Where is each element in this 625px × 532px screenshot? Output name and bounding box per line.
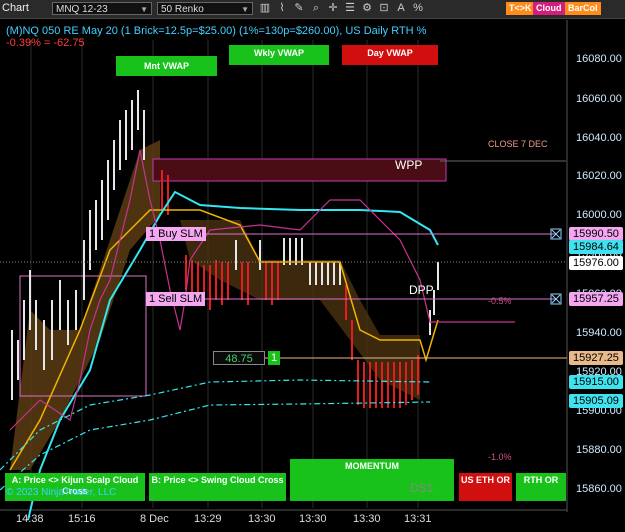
chart-toolbar: Chart MNQ 12-23 ▼ 50 Renko ▼ ▥ ⌇ ✎ ⌕ ✛ ☰…: [0, 0, 625, 19]
close-7dec-label: CLOSE 7 DEC: [488, 139, 548, 149]
bar-type-value: 50 Renko: [161, 4, 204, 15]
indicators-icon[interactable]: ⌇: [275, 2, 289, 15]
bar-type-selector[interactable]: 50 Renko ▼: [157, 2, 253, 15]
zoom-icon[interactable]: ⌕: [309, 2, 323, 15]
price-chart[interactable]: [0, 19, 625, 532]
bar-chart-icon[interactable]: ▥: [258, 2, 272, 15]
pct-neg05-label: -0.5%: [488, 296, 512, 306]
chart-title: Chart: [2, 2, 29, 14]
change-readout: -0.39% = -62.75: [6, 37, 85, 49]
properties-icon[interactable]: ☰: [343, 2, 357, 15]
measure-icon[interactable]: ⊡: [377, 2, 391, 15]
time-tick: 15:16: [68, 513, 96, 525]
chevron-down-icon: ▼: [241, 5, 249, 14]
price-tick: 15940.00: [576, 327, 622, 339]
pct-neg1-label: -1.0%: [488, 452, 512, 462]
price-tick: 16000.00: [576, 209, 622, 221]
rth-or-button[interactable]: RTH OR: [516, 473, 566, 501]
lower-band-price-label: 15905.09: [569, 394, 623, 408]
kijun-count-badge: 1: [268, 351, 281, 365]
buy-slm-label[interactable]: 1 Buy SLM: [146, 227, 206, 241]
sell-slm-label[interactable]: 1 Sell SLM: [146, 292, 206, 306]
text-icon[interactable]: A: [394, 2, 408, 15]
barcol-toggle-button[interactable]: BarCol: [565, 2, 601, 15]
copyright-text: © 2023 NinjaTrader, LLC: [6, 487, 117, 498]
time-tick: 13:30: [299, 513, 327, 525]
percent-icon[interactable]: %: [411, 2, 425, 15]
kijun-cloud: [180, 220, 420, 400]
price-tick: 15880.00: [576, 444, 622, 456]
time-tick: 13:30: [353, 513, 381, 525]
upper-band-price-label: 15915.00: [569, 375, 623, 389]
price-tick: 15860.00: [576, 483, 622, 495]
cloud-toggle-button[interactable]: Cloud: [533, 2, 565, 15]
price-tick: 16040.00: [576, 132, 622, 144]
price-tick: 16080.00: [576, 53, 622, 65]
vwap-price-label: 15984.64: [569, 240, 623, 254]
kijun-value-box: 48.75: [213, 351, 265, 365]
chart-header: (M)NQ 050 RE May 20 (1 Brick=12.5p=$25.0…: [6, 25, 427, 37]
wpp-label: WPP: [395, 158, 423, 172]
daily-vwap-button[interactable]: Day VWAP: [342, 45, 438, 65]
crosshair-icon[interactable]: ✛: [326, 2, 340, 15]
time-tick: 14:38: [16, 513, 44, 525]
time-tick: 13:29: [194, 513, 222, 525]
strategy-icon[interactable]: ⚙: [360, 2, 374, 15]
time-tick: 13:30: [248, 513, 276, 525]
kijun-price-label: 15927.25: [569, 351, 623, 365]
pencil-icon[interactable]: ✎: [292, 2, 306, 15]
us-eth-or-button[interactable]: US ETH OR: [459, 473, 512, 501]
ds1-label: DS1: [410, 481, 434, 495]
price-tick: 16060.00: [576, 93, 622, 105]
monthly-vwap-button[interactable]: Mnt VWAP: [116, 56, 217, 76]
swing-cross-button[interactable]: B: Price <> Swing Cloud Cross: [149, 473, 286, 501]
time-tick: 13:31: [404, 513, 432, 525]
weekly-vwap-button[interactable]: Wkly VWAP: [229, 45, 329, 65]
instrument-selector[interactable]: MNQ 12-23 ▼: [52, 2, 152, 15]
swing-cloud: [10, 140, 160, 470]
dpp-label: DPP: [409, 283, 434, 297]
tk-toggle-button[interactable]: T<>K: [506, 2, 535, 15]
instrument-value: MNQ 12-23: [56, 4, 108, 15]
sell-slm-price-label: 15957.25: [569, 292, 623, 306]
time-tick: 8 Dec: [140, 513, 169, 525]
buy-slm-price-label: 15990.50: [569, 227, 623, 241]
price-tick: 16020.00: [576, 170, 622, 182]
last-price-label: 15976.00: [569, 256, 623, 270]
chevron-down-icon: ▼: [140, 5, 148, 14]
